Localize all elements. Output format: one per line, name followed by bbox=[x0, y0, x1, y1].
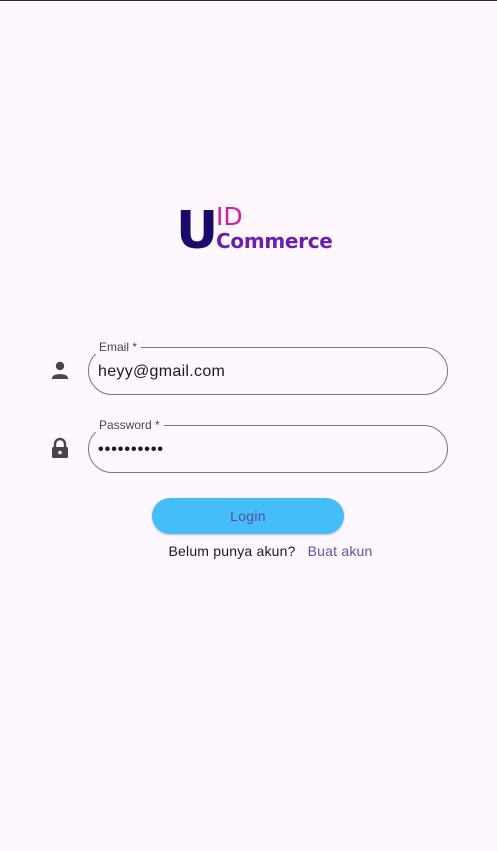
password-label: Password * bbox=[95, 418, 164, 432]
email-label: Email * bbox=[95, 340, 142, 354]
email-row: Email * heyy@gmail.com bbox=[50, 340, 448, 395]
login-button[interactable]: Login bbox=[152, 498, 344, 534]
logo-letters-id: ID bbox=[216, 202, 243, 231]
password-field[interactable]: Password * •••••••••• bbox=[88, 418, 448, 473]
lock-icon bbox=[50, 437, 70, 459]
signup-row: Belum punya akun? Buat akun bbox=[0, 541, 497, 561]
password-row: Password * •••••••••• bbox=[50, 418, 448, 473]
app-logo: U ID Commerce bbox=[176, 201, 333, 261]
signup-prompt: Belum punya akun? bbox=[168, 543, 296, 559]
email-field[interactable]: Email * heyy@gmail.com bbox=[88, 340, 448, 395]
password-value[interactable]: •••••••••• bbox=[98, 440, 164, 460]
create-account-link[interactable]: Buat akun bbox=[308, 543, 373, 559]
logo-letter-u: U bbox=[176, 201, 218, 261]
top-divider bbox=[0, 0, 497, 1]
email-value[interactable]: heyy@gmail.com bbox=[98, 362, 225, 382]
logo-word-commerce: Commerce bbox=[216, 229, 333, 253]
person-icon bbox=[50, 359, 70, 381]
